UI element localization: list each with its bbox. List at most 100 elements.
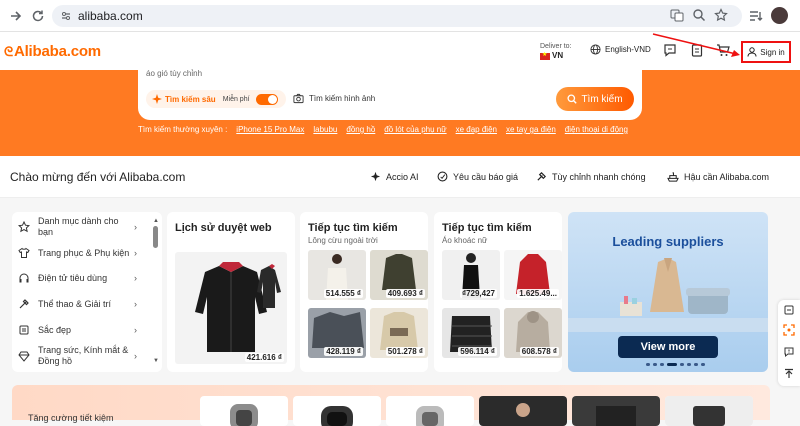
shirt-icon — [18, 247, 30, 258]
product-thumb[interactable]: 596.114 ₫ — [442, 308, 500, 358]
category-item[interactable]: Trang sức, Kính mắt & Đồng hồ › — [12, 344, 162, 368]
product-price: 596.114 ₫ — [458, 347, 497, 356]
product-thumb[interactable]: 409.693 ₫ — [370, 250, 428, 300]
product-thumb[interactable]: 514.555 ₫ — [308, 250, 366, 300]
category-item[interactable]: Trang phục & Phụ kiện › — [12, 242, 162, 264]
category-label: Điện tử tiêu dùng — [38, 272, 108, 283]
jacket-product-image[interactable]: 421.616 ₫ — [175, 252, 287, 364]
free-label: Miễn phí — [222, 95, 250, 103]
frequent-term[interactable]: đồ lót của phụ nữ — [384, 125, 446, 134]
search-button[interactable]: Tìm kiếm — [556, 87, 634, 111]
product-thumb[interactable]: 608.578 ₫ — [504, 308, 562, 358]
deliver-label: Deliver to: — [540, 43, 572, 50]
continue-search-card[interactable]: Tiếp tục tìm kiếm Lông cừu ngoài trời 51… — [300, 212, 428, 372]
frequent-term[interactable]: iPhone 15 Pro Max — [236, 125, 304, 134]
category-item[interactable]: Sắc đẹp › — [12, 322, 162, 338]
vietnam-flag-icon — [540, 51, 550, 60]
product-thumb[interactable]: ₫729,427 — [442, 250, 500, 300]
deal-tile[interactable] — [572, 396, 660, 426]
scroll-down-icon[interactable]: ▼ — [153, 358, 159, 364]
translate-icon[interactable] — [670, 8, 684, 22]
card-title: Tiếp tục tìm kiếm — [442, 222, 532, 234]
welcome-link-label: Hậu cần Alibaba.com — [684, 171, 770, 182]
gadget-icon — [572, 396, 660, 426]
frequent-term[interactable]: điện thoại di động — [565, 125, 628, 134]
url-text: alibaba.com — [78, 9, 143, 23]
customization-link[interactable]: Tùy chỉnh nhanh chóng — [536, 171, 646, 182]
chevron-right-icon: › — [134, 350, 137, 361]
alibaba-logo[interactable]: ᘓAlibaba.com — [4, 43, 101, 60]
scan-icon[interactable] — [783, 324, 795, 336]
frequent-label: Tìm kiếm thường xuyên : — [138, 125, 228, 134]
deal-tile[interactable] — [665, 396, 753, 426]
gem-icon — [18, 351, 30, 362]
person-icon — [479, 396, 567, 426]
search-input[interactable]: áo gió tùy chỉnh — [146, 69, 202, 78]
logistics-link[interactable]: Hậu cần Alibaba.com — [667, 171, 769, 182]
frequent-term[interactable]: xe tay ga điện — [506, 125, 556, 134]
view-more-button[interactable]: View more — [618, 336, 718, 358]
product-price: ₫729,427 — [459, 289, 497, 298]
card-title: Lịch sử duyệt web — [175, 222, 272, 234]
reading-list-icon[interactable] — [748, 8, 764, 24]
deep-search-label: Tìm kiếm sâu — [165, 94, 216, 104]
image-search-label: Tìm kiếm hình ảnh — [309, 94, 376, 103]
bookmark-star-icon[interactable] — [714, 8, 728, 22]
profile-avatar[interactable] — [771, 7, 788, 24]
accio-ai-link[interactable]: Accio AI — [370, 171, 419, 182]
deal-tile[interactable] — [386, 396, 474, 426]
deal-tile[interactable] — [200, 396, 288, 426]
floating-toolbar — [778, 300, 800, 386]
deep-search-toggle[interactable] — [255, 93, 278, 105]
search-button-label: Tìm kiếm — [581, 93, 623, 105]
user-icon — [747, 47, 757, 57]
deliver-to[interactable]: Deliver to: VN — [540, 42, 572, 61]
zoom-icon[interactable] — [692, 8, 706, 22]
image-search-button[interactable]: Tìm kiếm hình ảnh — [293, 93, 375, 104]
category-item[interactable]: Điện tử tiêu dùng › — [12, 270, 162, 286]
feedback-icon[interactable] — [783, 346, 795, 358]
card-subtitle: Lông cừu ngoài trời — [308, 236, 378, 245]
frequent-term[interactable]: labubu — [313, 125, 337, 134]
language-selector[interactable]: English-VND — [590, 44, 651, 55]
headphones-icon — [19, 273, 29, 283]
gadget-icon — [665, 396, 753, 426]
leading-suppliers-banner[interactable]: Leading suppliers View more — [568, 212, 768, 372]
category-item[interactable]: Danh mục dành cho bạn › — [12, 216, 162, 238]
camera-icon — [293, 93, 304, 104]
jacket-icon — [195, 262, 281, 352]
star-icon — [18, 221, 30, 233]
product-thumb[interactable]: 428.119 ₫ — [308, 308, 366, 358]
address-bar[interactable]: alibaba.com — [52, 5, 742, 27]
sign-in-button[interactable]: Sign in — [741, 41, 791, 63]
chevron-right-icon: › — [134, 298, 137, 309]
search-box: áo gió tùy chỉnh Tìm kiếm sâu Miễn phí T… — [138, 69, 642, 120]
browsing-history-card[interactable]: Lịch sử duyệt web 421.616 ₫ — [167, 212, 295, 372]
category-label: Trang sức, Kính mắt & Đồng hồ — [38, 345, 129, 366]
frequent-term[interactable]: đồng hồ — [346, 125, 375, 134]
share-icon[interactable] — [783, 304, 795, 316]
scroll-up-icon[interactable]: ▲ — [153, 218, 159, 224]
savings-title: Tăng cường tiết kiệm — [28, 413, 114, 423]
frequent-term[interactable]: xe đạp điện — [456, 125, 497, 134]
rfq-link[interactable]: Yêu cầu báo giá — [437, 171, 518, 182]
deal-tile[interactable] — [479, 396, 567, 426]
quote-icon — [437, 171, 448, 182]
category-scrollbar[interactable]: ▲ ▼ — [153, 218, 159, 366]
scroll-thumb[interactable] — [153, 226, 158, 248]
category-item[interactable]: Thể thao & Giải trí › — [12, 296, 162, 312]
deep-search-chip[interactable]: Tìm kiếm sâu Miễn phí — [146, 90, 286, 108]
carousel-dots[interactable] — [646, 363, 705, 366]
category-menu: Danh mục dành cho bạn › Trang phục & Phụ… — [12, 212, 162, 372]
deal-tile[interactable] — [293, 396, 381, 426]
continue-search-card[interactable]: Tiếp tục tìm kiếm Áo khoác nữ ₫729,427 1… — [434, 212, 562, 372]
product-thumb[interactable]: 501.278 ₫ — [370, 308, 428, 358]
back-to-top-icon[interactable] — [783, 368, 795, 380]
sparkle-icon — [152, 94, 162, 104]
product-thumb[interactable]: 1.625.49... — [504, 250, 562, 300]
site-info-icon[interactable] — [60, 10, 72, 22]
reload-icon[interactable] — [30, 8, 46, 24]
beauty-icon — [19, 325, 29, 335]
smartwatch-icon — [321, 406, 353, 426]
forward-icon[interactable] — [8, 8, 24, 24]
